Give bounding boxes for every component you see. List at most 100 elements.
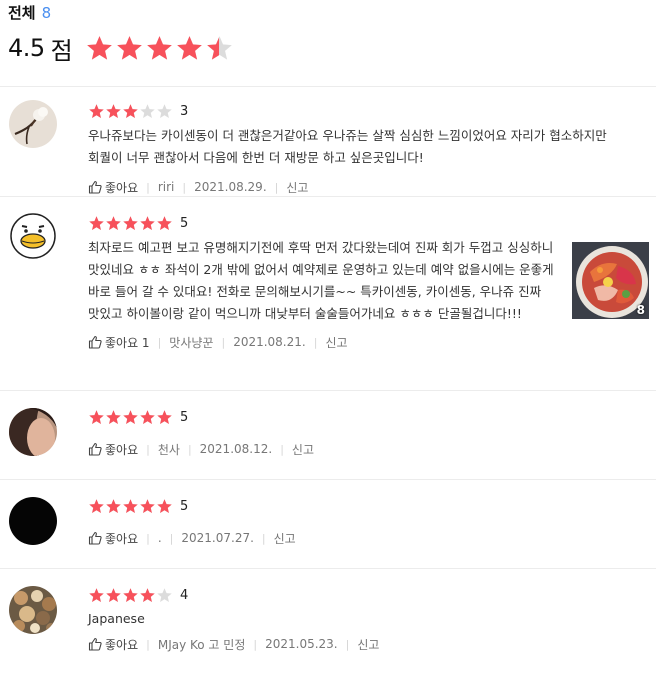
review-rating-number: 5 xyxy=(180,409,189,425)
divider: | xyxy=(146,442,150,456)
review-stars xyxy=(88,409,173,426)
star-icon xyxy=(115,34,144,63)
star-icon xyxy=(156,498,173,515)
star-icon xyxy=(88,409,105,426)
report-button[interactable]: 신고 xyxy=(274,530,296,547)
black-avatar[interactable] xyxy=(9,497,57,545)
star-icon xyxy=(205,34,234,63)
star-icon xyxy=(122,498,139,515)
review-rating: 3 xyxy=(88,101,648,121)
review-content: 3 우나쥬보다는 카이센동이 더 괜찮은거같아요 우나쥬는 살짝 심심한 느낌이… xyxy=(88,101,648,197)
review-rating: 5 xyxy=(88,213,648,233)
duck-avatar[interactable] xyxy=(9,212,57,260)
star-icon xyxy=(105,498,122,515)
star-icon xyxy=(88,587,105,604)
like-label: 좋아요 xyxy=(105,531,139,546)
photo-count: 8 xyxy=(636,303,645,317)
average-stars xyxy=(85,34,235,63)
star-icon xyxy=(139,215,156,232)
average-rating: 4.5 점 xyxy=(8,30,235,66)
review-author[interactable]: MJay Ko 고 민정 xyxy=(158,636,246,653)
report-button[interactable]: 신고 xyxy=(286,179,308,196)
review-content: 5 좋아요 | 천사 | 2021.08.12. | 신고 xyxy=(88,407,648,459)
divider: | xyxy=(146,531,150,545)
divider: | xyxy=(169,531,174,545)
divider: | xyxy=(345,637,350,651)
review-date: 2021.08.29. xyxy=(194,180,267,194)
review-author[interactable]: riri xyxy=(158,180,175,194)
review-meta: 좋아요 | . | 2021.07.27. | 신고 xyxy=(88,528,648,548)
divider: | xyxy=(146,180,150,194)
report-button[interactable]: 신고 xyxy=(357,636,379,653)
divider: | xyxy=(146,637,150,651)
star-icon xyxy=(105,587,122,604)
star-icon xyxy=(88,215,105,232)
review-content: 5 최자로드 예고편 보고 유명해지기전에 후딱 먼저 갔다왔는데여 진짜 회가… xyxy=(88,213,648,352)
review-content: 5 좋아요 | . | 2021.07.27. | 신고 xyxy=(88,496,648,548)
kaisendon-photo[interactable]: 8 xyxy=(572,242,649,319)
thumbs-up-icon xyxy=(88,335,102,349)
thumbs-up-icon xyxy=(88,637,102,651)
review-meta: 좋아요 | riri | 2021.08.29. | 신고 xyxy=(88,177,648,197)
star-icon xyxy=(139,498,156,515)
review-rating-number: 5 xyxy=(180,215,189,231)
star-icon xyxy=(105,409,122,426)
flowers-avatar[interactable] xyxy=(9,586,57,634)
total-label: 전체 xyxy=(8,4,36,22)
like-button[interactable]: 좋아요 xyxy=(88,530,138,547)
star-icon xyxy=(122,409,139,426)
review-author[interactable]: 맛사냥꾼 xyxy=(169,334,213,351)
review-rating: 5 xyxy=(88,496,648,516)
divider: | xyxy=(182,180,187,194)
review-author[interactable]: 천사 xyxy=(158,441,180,458)
person-avatar[interactable] xyxy=(9,408,57,456)
review-item: 3 우나쥬보다는 카이센동이 더 괜찮은거같아요 우나쥬는 살짝 심심한 느낌이… xyxy=(0,86,656,196)
total-review-label: 전체 8 xyxy=(8,2,51,23)
review-rating-number: 5 xyxy=(180,498,189,514)
review-list: 3 우나쥬보다는 카이센동이 더 괜찮은거같아요 우나쥬는 살짝 심심한 느낌이… xyxy=(0,86,656,679)
like-label: 좋아요 xyxy=(105,442,139,457)
review-meta: 좋아요 | MJay Ko 고 민정 | 2021.05.23. | 신고 xyxy=(88,634,648,654)
report-button[interactable]: 신고 xyxy=(292,441,314,458)
review-rating-number: 4 xyxy=(180,587,189,603)
average-score: 4.5 xyxy=(8,34,45,62)
divider: | xyxy=(253,637,258,651)
review-date: 2021.05.23. xyxy=(265,637,338,651)
star-icon xyxy=(122,587,139,604)
star-icon xyxy=(145,34,174,63)
divider: | xyxy=(187,442,192,456)
review-date: 2021.08.21. xyxy=(233,335,306,349)
star-icon xyxy=(122,215,139,232)
divider: | xyxy=(157,335,162,349)
star-icon xyxy=(122,103,139,120)
review-date: 2021.08.12. xyxy=(199,442,273,456)
star-icon xyxy=(156,587,173,604)
like-label: 좋아요 xyxy=(105,637,139,652)
thumbs-up-icon xyxy=(88,180,102,194)
like-button[interactable]: 좋아요 xyxy=(88,441,138,458)
report-button[interactable]: 신고 xyxy=(325,334,347,351)
review-author[interactable]: . xyxy=(158,531,162,545)
review-date: 2021.07.27. xyxy=(181,531,254,545)
average-unit: 점 xyxy=(50,36,73,65)
thumbs-up-icon xyxy=(88,531,102,545)
review-meta: 좋아요 | 천사 | 2021.08.12. | 신고 xyxy=(88,439,648,459)
like-button[interactable]: 좋아요 xyxy=(88,179,138,196)
like-button[interactable]: 좋아요 xyxy=(88,636,138,653)
star-icon xyxy=(139,587,156,604)
review-text: Japanese xyxy=(88,611,145,626)
like-button[interactable]: 좋아요 1 xyxy=(88,334,150,351)
review-item: 5 최자로드 예고편 보고 유명해지기전에 후딱 먼저 갔다왔는데여 진짜 회가… xyxy=(0,196,656,390)
cotton-flower-avatar[interactable] xyxy=(9,100,57,148)
divider: | xyxy=(221,335,226,349)
star-icon xyxy=(85,34,114,63)
review-item: 5 좋아요 | . | 2021.07.27. | 신고 xyxy=(0,479,656,568)
review-item: 5 좋아요 | 천사 | 2021.08.12. | 신고 xyxy=(0,390,656,479)
review-stars xyxy=(88,498,173,515)
review-text: 최자로드 예고편 보고 유명해지기전에 후딱 먼저 갔다왔는데여 진짜 회가 두… xyxy=(88,240,554,321)
star-icon xyxy=(156,215,173,232)
divider: | xyxy=(280,442,284,456)
star-icon xyxy=(175,34,204,63)
review-rating: 5 xyxy=(88,407,648,427)
review-text: 우나쥬보다는 카이센동이 더 괜찮은거같아요 우나쥬는 살짝 심심한 느낌이었어… xyxy=(88,128,607,165)
